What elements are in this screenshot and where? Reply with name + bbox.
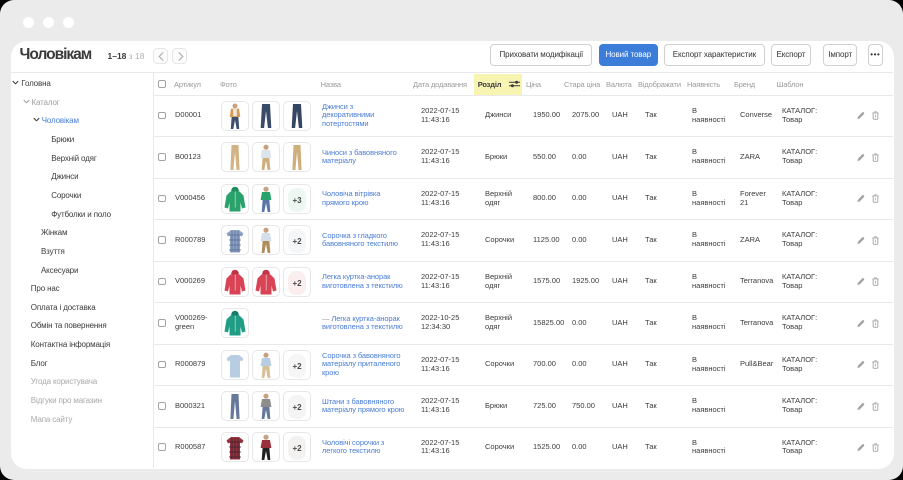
svg-text:+2: +2 [292,237,302,246]
svg-text:+3: +3 [292,196,302,205]
svg-text:+2: +2 [292,403,302,412]
svg-text:+2: +2 [292,279,302,288]
svg-text:+2: +2 [292,362,302,371]
svg-text:+2: +2 [292,444,302,453]
